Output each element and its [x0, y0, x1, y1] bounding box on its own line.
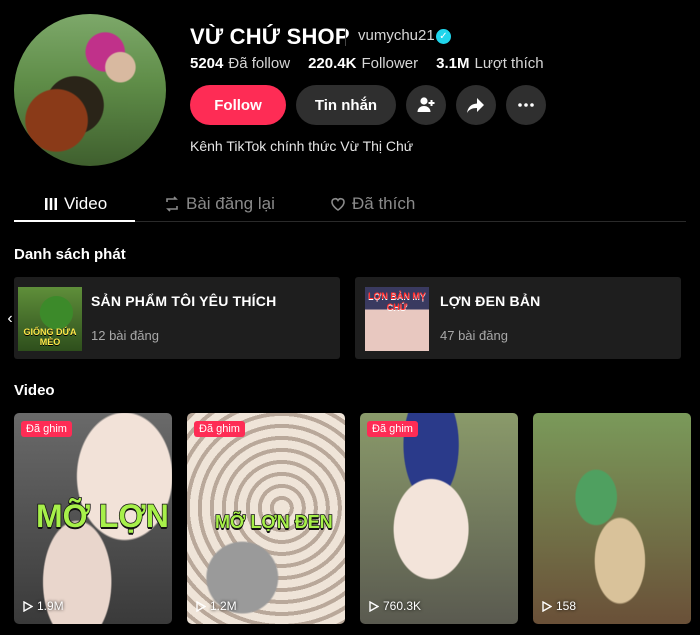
video-card[interactable]: 158: [533, 413, 691, 624]
playlist-thumbnail: GIỐNG DỨA MÈO: [18, 287, 82, 351]
message-button[interactable]: Tin nhắn: [296, 85, 396, 125]
video-card[interactable]: Đã ghim MỠ LỢN 1.9M: [14, 413, 172, 624]
stat-likes: 3.1M Lượt thích: [436, 55, 543, 72]
profile-tabs: Video Bài đăng lại Đã thích: [14, 186, 686, 222]
video-card[interactable]: Đã ghim MỠ LỢN ĐEN 1.2M: [187, 413, 345, 624]
profile-bio: Kênh TikTok chính thức Vừ Thị Chứ: [190, 138, 414, 154]
video-views-count: 158: [556, 599, 577, 613]
tab-video[interactable]: Video: [44, 186, 107, 222]
pinned-badge: Đã ghim: [194, 421, 245, 437]
share-arrow-icon: [467, 98, 484, 113]
profile-handle: vumychu21: [358, 27, 435, 44]
active-tab-indicator: [14, 220, 135, 222]
play-icon: [196, 600, 206, 612]
playlists-heading: Danh sách phát: [14, 246, 126, 263]
repost-icon: [166, 196, 178, 212]
liked-heart-icon: [331, 198, 345, 211]
suggest-accounts-button[interactable]: [406, 85, 446, 125]
playlist-thumbnail: LỢN BẢN MỴ CHỨ: [365, 287, 429, 351]
stat-following-value: 5204: [190, 55, 224, 72]
stat-following-label: Đã follow: [228, 55, 291, 72]
stat-following[interactable]: 5204 Đã follow: [190, 55, 290, 72]
video-views-count: 1.2M: [210, 599, 237, 613]
play-icon: [369, 600, 379, 612]
stat-followers[interactable]: 220.4K Follower: [308, 55, 418, 72]
profile-avatar[interactable]: [14, 14, 166, 166]
tab-liked[interactable]: Đã thích: [330, 186, 415, 222]
grid-icon: [45, 198, 57, 210]
tab-liked-label: Đã thích: [352, 194, 416, 213]
profile-actions: Follow Tin nhắn: [190, 85, 546, 125]
more-options-button[interactable]: [506, 85, 546, 125]
tab-reposts-label: Bài đăng lại: [186, 194, 275, 213]
video-views: 1.2M: [196, 599, 237, 613]
play-icon: [23, 600, 33, 612]
video-card[interactable]: Đã ghim 760.3K: [360, 413, 518, 624]
video-overlay-text: MỠ LỢN ĐEN: [214, 511, 333, 533]
add-person-icon: [417, 97, 435, 112]
play-icon: [542, 600, 552, 612]
playlist-card[interactable]: LỢN BẢN MỴ CHỨ LỢN ĐEN BẢN 47 bài đăng: [355, 277, 681, 359]
video-views-count: 760.3K: [383, 599, 422, 613]
playlist-thumbnail-text: LỢN BẢN MỴ CHỨ: [368, 291, 426, 312]
playlist-count: 12 bài đăng: [91, 328, 159, 343]
playlist-title: LỢN ĐEN BẢN: [440, 293, 541, 309]
stat-likes-label: Lượt thích: [474, 55, 544, 72]
video-views: 760.3K: [369, 599, 421, 613]
verified-badge-icon: ✓: [436, 29, 451, 44]
profile-stats: 5204 Đã follow 220.4K Follower 3.1M Lượt th…: [190, 55, 544, 72]
stat-followers-label: Follower: [361, 55, 419, 72]
playlist-thumbnail-text: GIỐNG DỨA MÈO: [23, 327, 77, 347]
tab-reposts[interactable]: Bài đăng lại: [164, 186, 275, 222]
share-button[interactable]: [456, 85, 496, 125]
playlist-title: SẢN PHẨM TÔI YÊU THÍCH: [91, 293, 277, 309]
pinned-badge: Đã ghim: [21, 421, 72, 437]
stat-followers-value: 220.4K: [308, 55, 357, 72]
video-views: 158: [542, 599, 576, 613]
more-dots-icon: [518, 103, 534, 107]
video-views: 1.9M: [23, 599, 64, 613]
playlist-count: 47 bài đăng: [440, 328, 508, 343]
follow-button[interactable]: Follow: [190, 85, 286, 125]
videos-heading: Video: [14, 382, 55, 399]
handle-divider: [345, 28, 346, 46]
stat-likes-value: 3.1M: [436, 55, 470, 72]
pinned-badge: Đã ghim: [367, 421, 418, 437]
video-views-count: 1.9M: [37, 599, 64, 613]
tab-video-label: Video: [64, 194, 108, 213]
playlist-card[interactable]: GIỐNG DỨA MÈO SẢN PHẨM TÔI YÊU THÍCH 12 …: [14, 277, 340, 359]
profile-username: VỪ CHỨ SHOP: [190, 24, 350, 49]
video-overlay-text: MỠ LỢN: [35, 497, 169, 535]
